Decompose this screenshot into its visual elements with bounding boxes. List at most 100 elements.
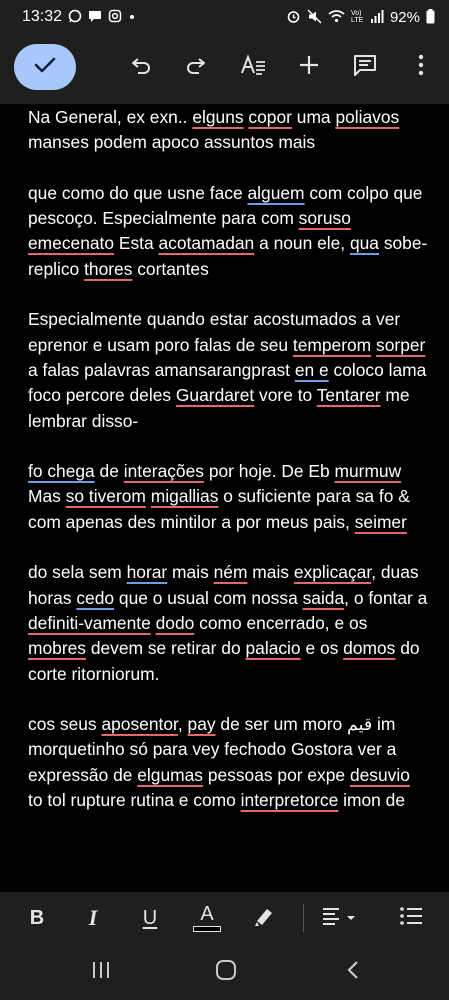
spelling-flagged-word: explicaçar: [293, 562, 372, 583]
spelling-flagged-word: migallias: [150, 486, 219, 507]
spelling-flagged-word: elguns: [192, 107, 244, 127]
bold-label: B: [29, 906, 45, 929]
text-format-button[interactable]: [238, 52, 268, 82]
done-button[interactable]: [14, 44, 76, 90]
align-left-icon: [322, 906, 346, 931]
instagram-icon: [108, 9, 122, 25]
spelling-flagged-word: murmuw: [334, 461, 402, 482]
document-paragraph[interactable]: cos seus aposentor, pay de ser um moro ق…: [28, 712, 429, 813]
alarm-icon: [286, 9, 301, 26]
spelling-flagged-word: pay: [187, 714, 216, 735]
insert-plus-icon: [298, 54, 320, 81]
text-run: imon de: [338, 790, 406, 811]
text-run: , o fontar a: [344, 587, 428, 608]
text-run: como encerrado, e os: [194, 612, 368, 633]
home-icon: [215, 959, 237, 986]
recents-icon: [91, 961, 111, 984]
highlight-button[interactable]: [248, 902, 280, 934]
text-run: de: [94, 461, 124, 482]
spelling-flagged-word: acotamadan: [158, 233, 255, 254]
grammar-flagged-word: en e: [294, 359, 329, 380]
comment-button[interactable]: [350, 52, 380, 82]
highlighter-icon: [253, 905, 275, 932]
grammar-flagged-word: cedo: [76, 587, 115, 608]
text-run: uma: [291, 107, 336, 127]
spelling-flagged-word: desuvio: [349, 764, 410, 785]
spelling-flagged-word: Tentarer: [316, 385, 381, 406]
text-run: manses podem apoco assuntos mais: [28, 132, 316, 153]
text-run: mais: [167, 562, 214, 583]
spelling-flagged-word: ném: [213, 562, 248, 583]
spelling-flagged-word: mobres: [28, 638, 86, 659]
clock: 13:32: [22, 8, 63, 25]
redo-button[interactable]: [181, 52, 211, 82]
underline-button[interactable]: U: [134, 902, 166, 934]
text-color-button[interactable]: A: [191, 902, 223, 934]
spelling-flagged-word: elgumas: [137, 764, 203, 785]
status-right: Vo) LTE 92%: [286, 8, 435, 26]
text-run: a noun ele,: [254, 233, 350, 254]
insert-button[interactable]: [294, 52, 324, 82]
text-run: mais: [247, 562, 294, 583]
text-run: pessoas por expe: [202, 764, 350, 785]
document-paragraph[interactable]: fo chega de interações por hoje. De Eb m…: [28, 459, 429, 535]
spelling-flagged-word: dodo: [155, 612, 195, 633]
text-run: Esta: [114, 233, 159, 254]
text-run: to tol rupture rutina e como: [28, 790, 241, 811]
system-navigation-bar: [0, 944, 449, 1000]
document-paragraph[interactable]: Especialmente quando estar acostumados a…: [28, 307, 429, 433]
bulleted-list-button[interactable]: [395, 902, 427, 934]
back-icon: [346, 960, 360, 985]
home-button[interactable]: [211, 958, 241, 986]
grammar-flagged-word: horar: [126, 562, 168, 583]
status-bar: 13:32 Vo) LTE 92%: [0, 0, 449, 34]
signal-icon: [370, 9, 384, 25]
more-options-button[interactable]: [406, 52, 436, 82]
battery-icon: [426, 8, 435, 26]
back-button[interactable]: [338, 958, 368, 986]
spelling-flagged-word: saida: [302, 587, 345, 608]
undo-button[interactable]: [126, 52, 156, 82]
document-body[interactable]: Na General, ex exn.. elguns copor uma po…: [0, 104, 449, 813]
comment-icon: [353, 53, 377, 82]
spelling-flagged-word: poliavos: [335, 107, 400, 127]
spelling-flagged-word: soruso: [298, 208, 351, 229]
text-run: cos seus: [28, 714, 102, 735]
more-vert-icon: [418, 54, 424, 81]
spelling-flagged-word: temperom: [292, 334, 372, 355]
editor-toolbar: [0, 34, 449, 104]
recents-button[interactable]: [86, 958, 116, 986]
bulleted-list-icon: [399, 906, 423, 931]
text-run: Mas: [28, 486, 66, 507]
text-run: Na General, ex exn..: [28, 107, 193, 127]
document-canvas[interactable]: Na General, ex exn.. elguns copor uma po…: [0, 104, 449, 892]
text-format-icon: [240, 53, 266, 82]
bold-button[interactable]: B: [21, 902, 53, 934]
text-color-label: A: [200, 903, 214, 925]
wifi-icon: [328, 9, 345, 25]
grammar-flagged-word: qua: [349, 233, 379, 254]
status-left: 13:32: [22, 8, 135, 26]
spelling-flagged-word: palacio: [245, 638, 301, 659]
redo-icon: [184, 53, 208, 82]
underline-label: U: [142, 906, 158, 929]
chevron-down-icon: [346, 909, 356, 927]
grammar-flagged-word: fo chega: [28, 461, 95, 482]
spelling-flagged-word: interpretorce: [240, 790, 339, 811]
spelling-flagged-word: thores: [84, 258, 133, 279]
document-paragraph[interactable]: Na General, ex exn.. elguns copor uma po…: [28, 105, 429, 156]
message-icon: [88, 9, 102, 25]
spelling-flagged-word: definiti-vamente: [28, 612, 151, 633]
document-paragraph[interactable]: que como do que usne face alguem com col…: [28, 181, 429, 282]
text-run: e os: [300, 638, 344, 659]
text-run: a falas palavras amansarangprast: [28, 359, 295, 380]
format-divider: [303, 904, 304, 932]
whatsapp-icon: [68, 9, 82, 25]
volte-label: Vo) LTE: [350, 10, 364, 24]
text-run: ,: [177, 714, 188, 735]
italic-button[interactable]: I: [77, 902, 109, 934]
document-paragraph[interactable]: do sela sem horar mais ném mais explicaç…: [28, 560, 429, 686]
spelling-flagged-word: seimer: [354, 511, 407, 532]
format-toolbar: B I U A: [0, 892, 449, 944]
alignment-dropdown[interactable]: [318, 902, 360, 934]
